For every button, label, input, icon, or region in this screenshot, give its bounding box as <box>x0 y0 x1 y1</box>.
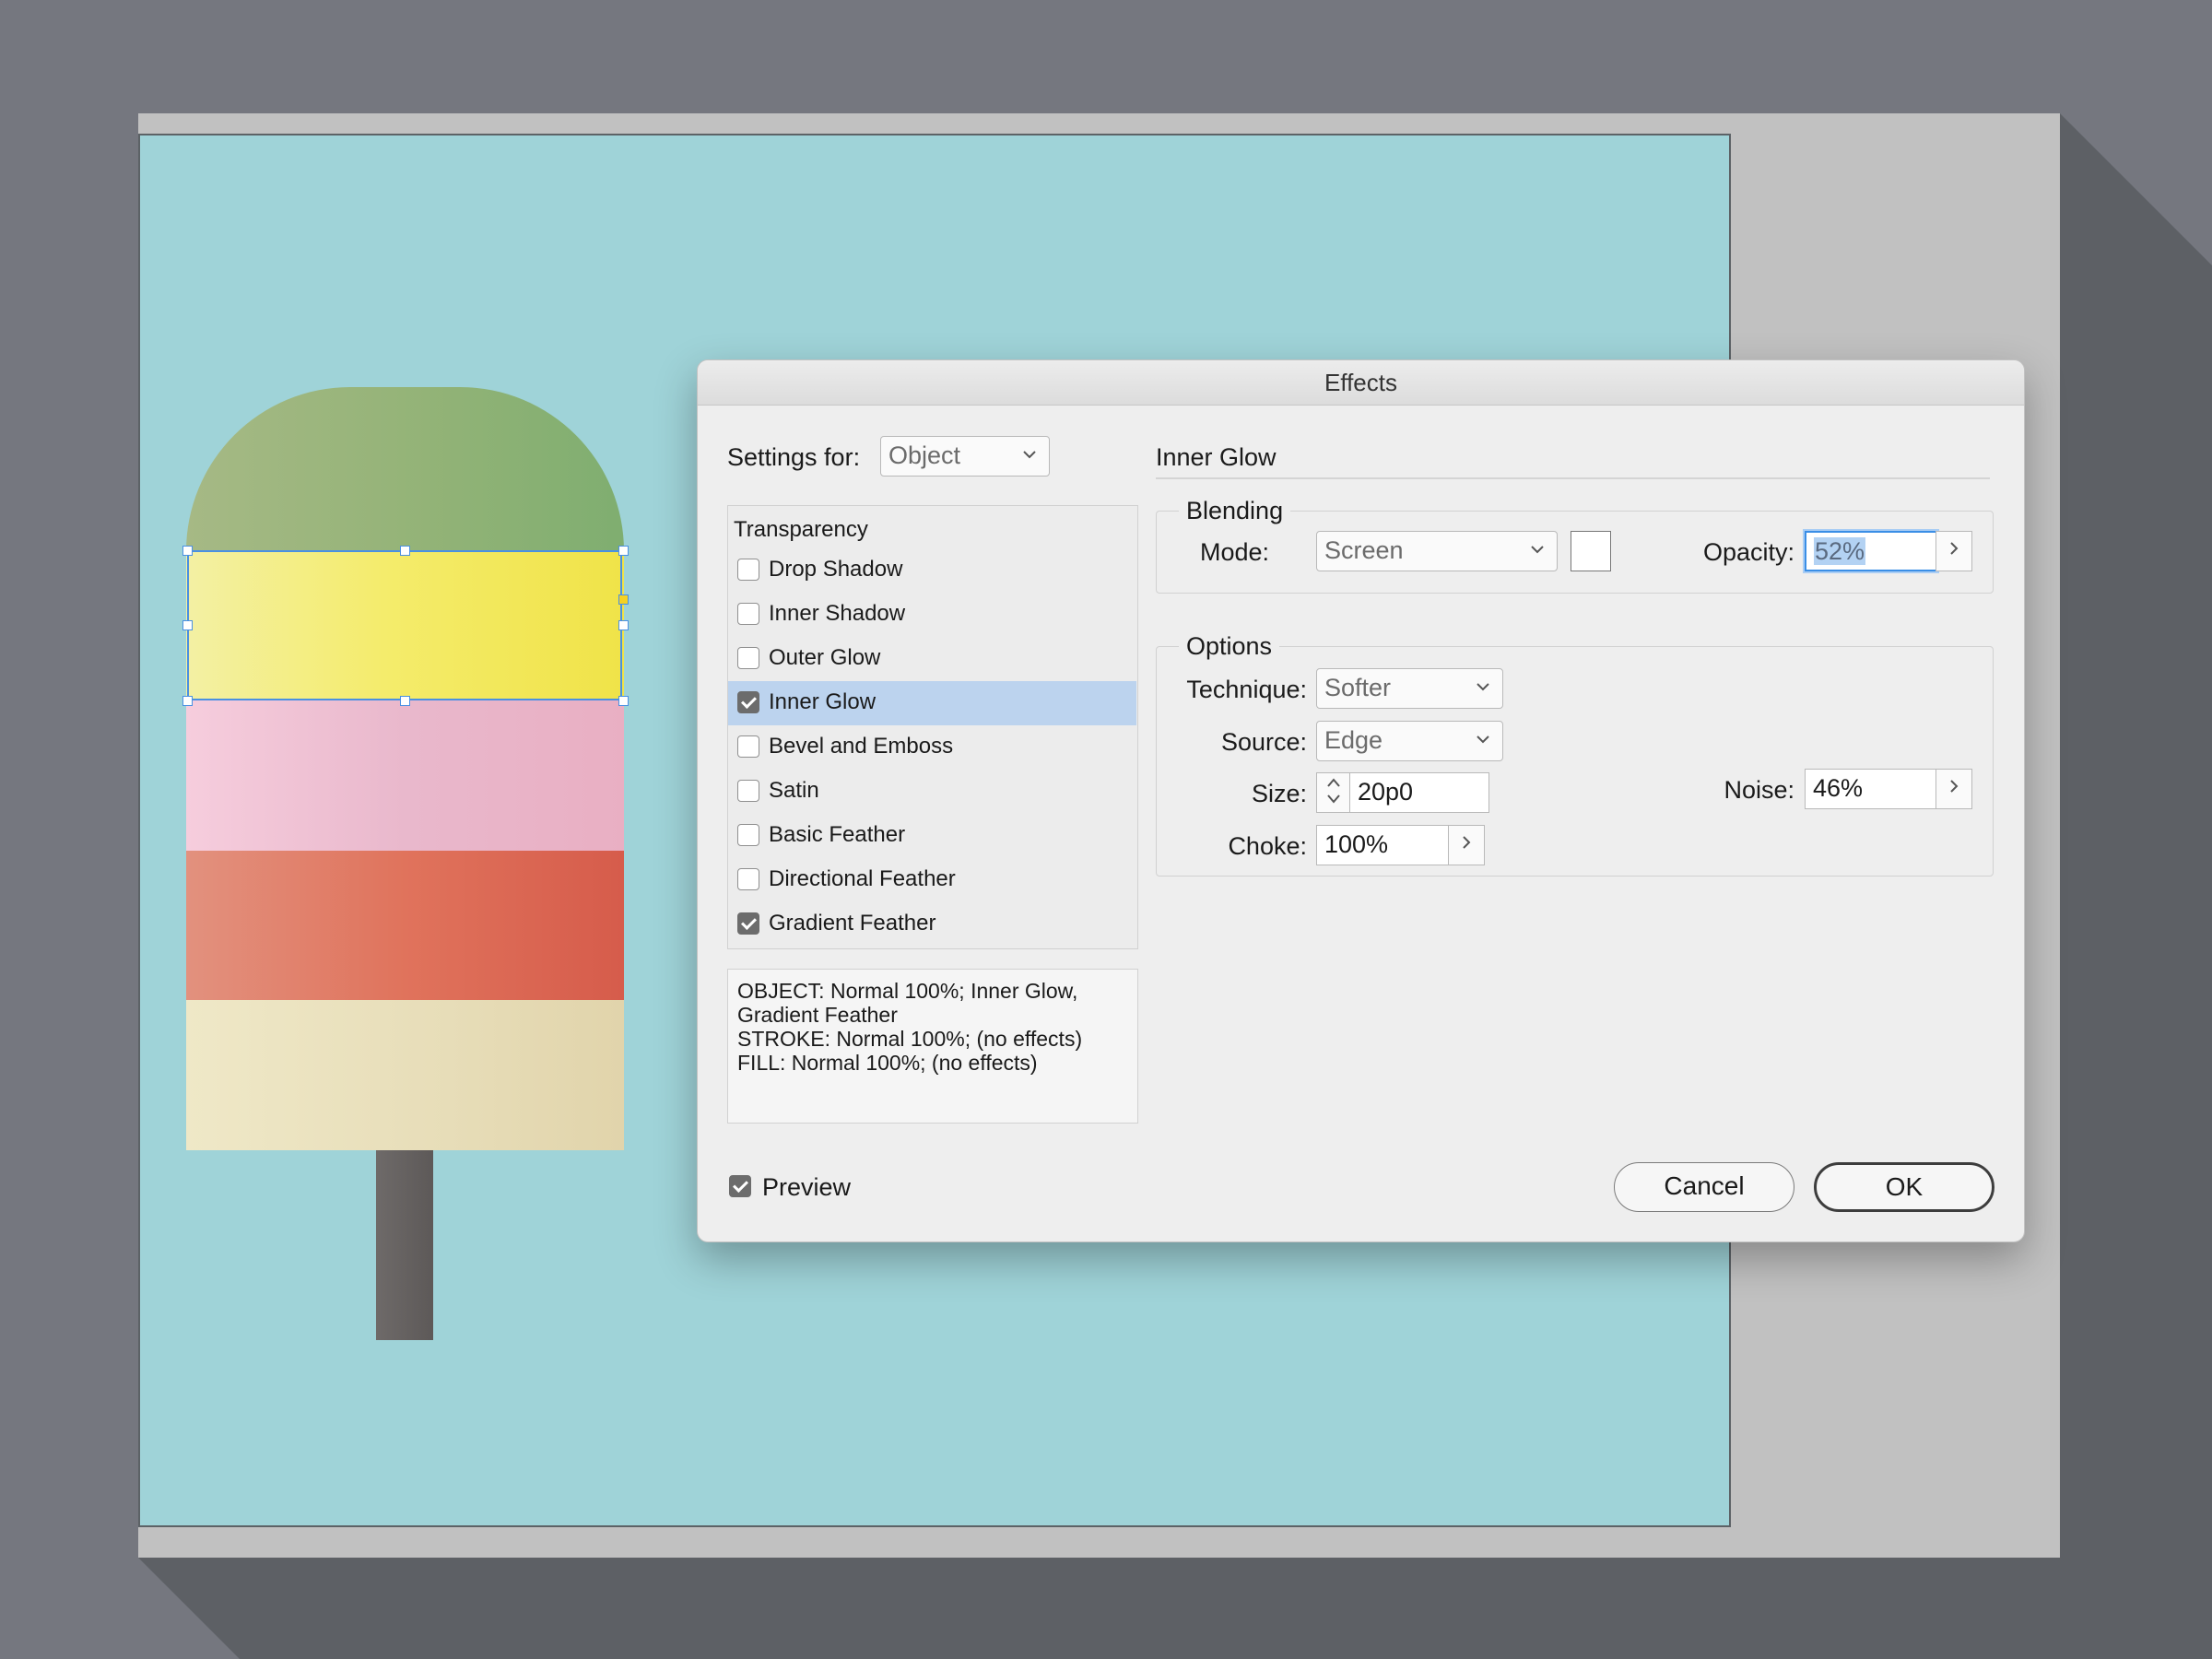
opacity-popup-arrow[interactable] <box>1936 531 1972 571</box>
effect-row-basic-feather[interactable]: Basic Feather <box>728 814 1136 858</box>
chevron-right-icon <box>1950 542 1959 555</box>
preview-toggle[interactable]: Preview <box>729 1170 913 1206</box>
effect-label: Directional Feather <box>769 866 956 891</box>
summary-line: OBJECT: Normal 100%; Inner Glow, <box>737 979 1078 1003</box>
effect-row-inner-glow[interactable]: Inner Glow <box>728 681 1136 725</box>
panel-title: Inner Glow <box>1156 443 1277 471</box>
size-stepper[interactable] <box>1316 772 1351 813</box>
choke-value: 100% <box>1324 830 1389 858</box>
directional-feather-checkbox[interactable] <box>737 868 759 890</box>
noise-label: Noise: <box>1724 776 1794 804</box>
blending-legend: Blending <box>1179 497 1291 525</box>
selection-handle-top-left[interactable] <box>182 546 193 556</box>
settings-for-dropdown[interactable]: Object <box>880 436 1050 477</box>
summary-line: Gradient Feather <box>737 1003 898 1027</box>
satin-checkbox[interactable] <box>737 780 759 802</box>
effect-row-outer-glow[interactable]: Outer Glow <box>728 637 1136 681</box>
settings-for-label: Settings for: <box>727 443 861 471</box>
technique-dropdown[interactable]: Softer <box>1316 668 1503 709</box>
mode-dropdown[interactable]: Screen <box>1316 531 1558 571</box>
preview-checkbox[interactable] <box>729 1175 751 1197</box>
effect-label: Basic Feather <box>769 822 906 847</box>
panel-title-divider <box>1156 477 1990 479</box>
chevron-right-icon <box>1463 836 1471 849</box>
size-value: 20p0 <box>1358 778 1414 806</box>
cancel-button[interactable]: Cancel <box>1614 1162 1794 1212</box>
effect-label: Inner Shadow <box>769 601 906 626</box>
effect-row-drop-shadow[interactable]: Drop Shadow <box>728 548 1136 593</box>
noise-value: 46% <box>1813 774 1864 802</box>
ok-button[interactable]: OK <box>1814 1162 1994 1212</box>
mode-value: Screen <box>1324 536 1404 564</box>
mode-label: Mode: <box>1199 538 1269 566</box>
selection-frame[interactable] <box>187 550 622 700</box>
glow-color-swatch[interactable] <box>1571 531 1611 571</box>
inner-glow-checkbox[interactable] <box>737 691 759 713</box>
technique-value: Softer <box>1324 674 1392 701</box>
chevron-down-icon <box>1023 451 1036 459</box>
size-label: Size: <box>1251 780 1307 807</box>
selection-handle-middle-right[interactable] <box>618 620 629 630</box>
basic-feather-checkbox[interactable] <box>737 824 759 846</box>
stepper-arrows-icon <box>1327 778 1340 804</box>
technique-label: Technique: <box>1186 676 1307 703</box>
opacity-label: Opacity: <box>1702 538 1794 566</box>
opacity-input[interactable]: 52% <box>1805 531 1937 571</box>
popsicle-stick[interactable] <box>376 1150 433 1340</box>
choke-label: Choke: <box>1228 832 1307 860</box>
summary-line: STROKE: Normal 100%; (no effects) <box>737 1027 1083 1051</box>
selection-handle-bottom-right[interactable] <box>618 696 629 706</box>
size-input[interactable]: 20p0 <box>1349 772 1489 813</box>
effects-dialog: Effects Settings for: Object Transparenc… <box>697 359 2025 1242</box>
drop-shadow-checkbox[interactable] <box>737 559 759 581</box>
effect-label: Outer Glow <box>769 645 881 670</box>
selection-handle-middle-left[interactable] <box>182 620 193 630</box>
effect-row-directional-feather[interactable]: Directional Feather <box>728 858 1136 902</box>
selection-handle-bottom-center[interactable] <box>400 696 410 706</box>
choke-input[interactable]: 100% <box>1316 825 1450 865</box>
chevron-down-icon <box>1531 546 1544 554</box>
source-label: Source: <box>1220 728 1307 756</box>
bevel-and-emboss-checkbox[interactable] <box>737 735 759 758</box>
effect-row-gradient-feather[interactable]: Gradient Feather <box>728 902 1136 947</box>
source-dropdown[interactable]: Edge <box>1316 721 1503 761</box>
noise-input[interactable]: 46% <box>1805 769 1937 809</box>
effect-label: Satin <box>769 778 819 803</box>
chevron-right-icon <box>1950 780 1959 793</box>
choke-popup-arrow[interactable] <box>1448 825 1485 865</box>
chevron-down-icon <box>1477 735 1489 744</box>
effects-list: Transparency Drop Shadow Inner Shadow Ou… <box>727 505 1138 949</box>
chevron-down-icon <box>1477 683 1489 691</box>
preview-label: Preview <box>762 1173 852 1201</box>
effect-label: Inner Glow <box>769 689 877 714</box>
opacity-value: 52% <box>1814 537 1866 565</box>
selection-handle-top-center[interactable] <box>400 546 410 556</box>
settings-for-value: Object <box>888 441 961 469</box>
source-value: Edge <box>1324 726 1383 754</box>
popsicle-red-layer[interactable] <box>186 851 624 1000</box>
noise-popup-arrow[interactable] <box>1936 769 1972 809</box>
selection-handle-top-right[interactable] <box>618 546 629 556</box>
outer-glow-checkbox[interactable] <box>737 647 759 669</box>
effect-row-satin[interactable]: Satin <box>728 770 1136 814</box>
effects-list-header[interactable]: Transparency <box>734 517 868 543</box>
effect-label: Bevel and Emboss <box>769 734 954 759</box>
gradient-feather-checkbox[interactable] <box>737 912 759 935</box>
effects-summary: OBJECT: Normal 100%; Inner Glow, Gradien… <box>727 969 1138 1124</box>
selection-handle-bottom-left[interactable] <box>182 696 193 706</box>
frame-content-handle[interactable] <box>618 594 629 605</box>
summary-line: FILL: Normal 100%; (no effects) <box>737 1051 1038 1075</box>
popsicle-pink-layer[interactable] <box>186 700 624 851</box>
effect-label: Gradient Feather <box>769 911 936 935</box>
popsicle-cream-layer[interactable] <box>186 1000 624 1150</box>
options-legend: Options <box>1179 632 1280 661</box>
effect-label: Drop Shadow <box>769 557 903 582</box>
inner-shadow-checkbox[interactable] <box>737 603 759 625</box>
effect-row-inner-shadow[interactable]: Inner Shadow <box>728 593 1136 637</box>
dialog-title: Effects <box>698 360 2024 406</box>
effect-row-bevel-and-emboss[interactable]: Bevel and Emboss <box>728 725 1136 770</box>
